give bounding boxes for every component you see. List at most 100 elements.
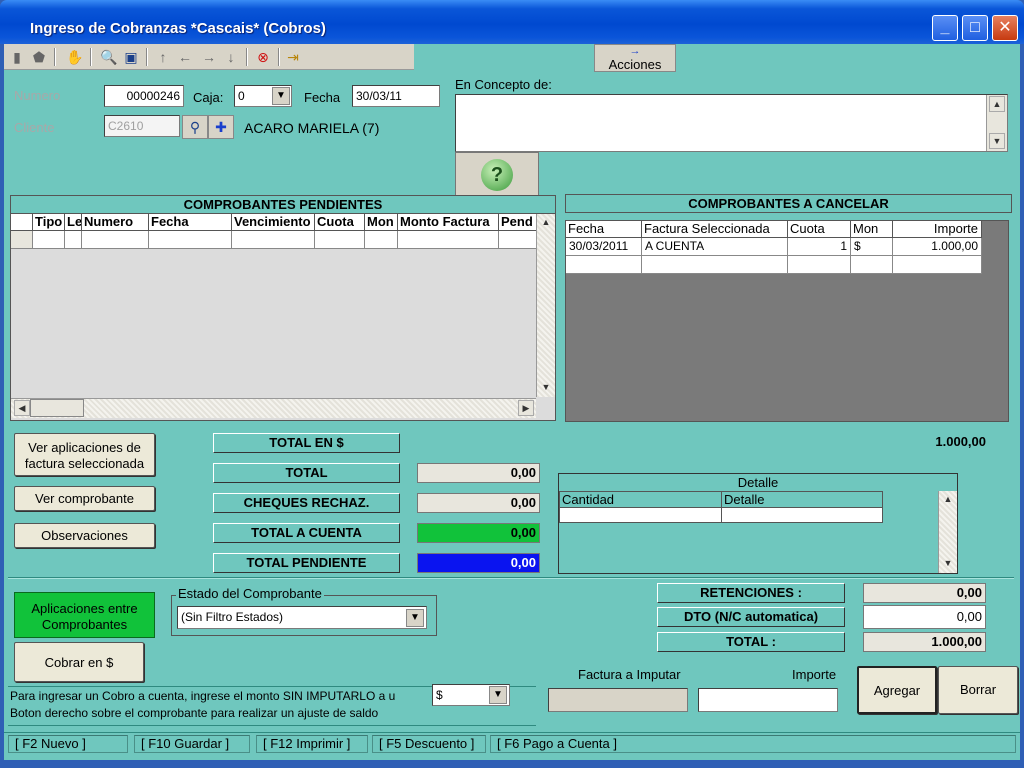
column-header[interactable]: Fecha: [566, 221, 642, 237]
chevron-down-icon[interactable]: ▼: [406, 609, 424, 627]
aplicaciones-entre-button[interactable]: Aplicaciones entre Comprobantes: [14, 592, 155, 638]
scroll-up-icon[interactable]: ▲: [538, 215, 554, 231]
cell-factura: A CUENTA: [642, 238, 788, 255]
window-title: Ingreso de Cobranzas *Cascais* (Cobros): [30, 20, 326, 37]
column-header[interactable]: Cuota: [315, 214, 365, 230]
arrow-right-icon[interactable]: →: [200, 48, 218, 66]
cancelar-total: 1.000,00: [935, 434, 986, 449]
statusbar-f10-guardar[interactable]: [ F10 Guardar ]: [134, 735, 250, 753]
detalle-grid[interactable]: Cantidad Detalle: [559, 491, 883, 523]
arrow-up-icon[interactable]: ↑: [154, 48, 172, 66]
maximize-button[interactable]: □: [962, 15, 988, 41]
pendientes-grid[interactable]: Tipo Le Numero Fecha Vencimiento Cuota M…: [10, 213, 556, 421]
column-header[interactable]: Importe: [893, 221, 982, 237]
agregar-button[interactable]: Agregar: [857, 666, 937, 714]
moneda-value: $: [436, 688, 443, 702]
scroll-down-icon[interactable]: ▼: [940, 556, 956, 572]
cell-fecha: 30/03/2011: [566, 238, 642, 255]
total-cuenta-label: TOTAL A CUENTA: [213, 523, 400, 543]
table-row[interactable]: [566, 256, 982, 274]
acciones-button[interactable]: → Acciones: [594, 44, 676, 72]
retenciones-total-label: TOTAL :: [657, 632, 845, 652]
fecha-label: Fecha: [304, 90, 341, 105]
cancel-icon[interactable]: ⊗: [254, 48, 272, 66]
total-label: TOTAL: [213, 463, 400, 483]
column-header[interactable]: Le: [65, 214, 82, 230]
retenciones-total-value: 1.000,00: [863, 632, 986, 652]
divider: [8, 577, 1014, 579]
cliente-field[interactable]: C2610: [104, 115, 180, 137]
new-icon[interactable]: ▮: [8, 48, 26, 66]
hand-icon[interactable]: ✋: [66, 48, 84, 66]
pendientes-vscrollbar[interactable]: [536, 214, 555, 397]
fecha-field[interactable]: 30/03/11: [352, 85, 440, 107]
search-icon[interactable]: 🔍: [100, 48, 118, 66]
importe-field[interactable]: [698, 688, 838, 712]
search-client-icon[interactable]: ⚲: [182, 115, 208, 139]
shield-icon[interactable]: ⬟: [30, 48, 48, 66]
observaciones-button[interactable]: Observaciones: [14, 523, 155, 548]
statusbar-f6-pago-cuenta[interactable]: [ F6 Pago a Cuenta ]: [490, 735, 1016, 753]
chevron-down-icon[interactable]: ▼: [272, 87, 290, 105]
column-header[interactable]: Cantidad: [560, 492, 722, 507]
factura-imputar-field[interactable]: [548, 688, 688, 712]
dto-field[interactable]: 0,00: [863, 605, 986, 629]
cancelar-grid[interactable]: Fecha Factura Seleccionada Cuota Mon Imp…: [565, 220, 1009, 422]
estado-select[interactable]: (Sin Filtro Estados): [177, 606, 427, 629]
table-row[interactable]: [560, 508, 882, 522]
chevron-down-icon[interactable]: ▼: [489, 686, 507, 704]
exit-icon[interactable]: ⇥: [284, 48, 302, 66]
toolbar-separator: [90, 48, 92, 66]
arrow-down-icon[interactable]: ↓: [222, 48, 240, 66]
scroll-down-icon[interactable]: ▼: [538, 380, 554, 396]
scroll-down-icon[interactable]: ▼: [989, 133, 1005, 149]
column-header[interactable]: Tipo: [33, 214, 65, 230]
column-header[interactable]: Fecha: [149, 214, 232, 230]
total-cuenta-value: 0,00: [417, 523, 540, 543]
pendientes-hscrollbar[interactable]: [11, 398, 536, 418]
column-header[interactable]: Numero: [82, 214, 149, 230]
statusbar-f2-nuevo[interactable]: [ F2 Nuevo ]: [8, 735, 128, 753]
column-header[interactable]: Detalle: [722, 492, 882, 507]
help-button[interactable]: ?: [455, 152, 539, 196]
column-header[interactable]: Vencimiento: [232, 214, 315, 230]
dto-label: DTO (N/C automatica): [657, 607, 845, 627]
toolbar-separator: [278, 48, 280, 66]
total-value: 0,00: [417, 463, 540, 483]
cobrar-button[interactable]: Cobrar en $: [14, 642, 144, 682]
statusbar-f12-imprimir[interactable]: [ F12 Imprimir ]: [256, 735, 368, 753]
close-button[interactable]: ✕: [992, 15, 1018, 41]
minimize-button[interactable]: _: [932, 15, 958, 41]
table-row[interactable]: [11, 231, 537, 249]
info-line-1: Para ingresar un Cobro a cuenta, ingrese…: [10, 689, 396, 703]
pendientes-header: COMPROBANTES PENDIENTES: [10, 195, 556, 214]
factura-imputar-label: Factura a Imputar: [578, 667, 681, 682]
ver-comprobante-button[interactable]: Ver comprobante: [14, 486, 155, 511]
column-header[interactable]: Pend: [499, 214, 537, 230]
cliente-label: Cliente: [14, 120, 55, 135]
cell-cuota: 1: [788, 238, 851, 255]
column-header[interactable]: Factura Seleccionada: [642, 221, 788, 237]
row-selector-header: [11, 214, 33, 230]
caja-label: Caja:: [193, 90, 224, 105]
column-header[interactable]: Cuota: [788, 221, 851, 237]
column-header[interactable]: Mon: [851, 221, 893, 237]
ver-aplicaciones-button[interactable]: Ver aplicaciones de factura seleccionada: [14, 433, 155, 476]
table-row[interactable]: 30/03/2011 A CUENTA 1 $ 1.000,00: [566, 238, 982, 256]
save-icon[interactable]: ▣: [122, 48, 140, 66]
column-header[interactable]: Mon: [365, 214, 398, 230]
scroll-left-icon[interactable]: ◀: [14, 400, 30, 416]
add-client-icon[interactable]: ✚: [208, 115, 234, 139]
scroll-thumb[interactable]: [30, 399, 84, 417]
scroll-up-icon[interactable]: ▲: [940, 492, 956, 508]
arrow-left-icon[interactable]: ←: [176, 48, 194, 66]
concepto-textarea[interactable]: [455, 94, 1008, 152]
retenciones-value: 0,00: [863, 583, 986, 603]
numero-field[interactable]: 00000246: [104, 85, 184, 107]
statusbar-f5-descuento[interactable]: [ F5 Descuento ]: [372, 735, 486, 753]
scroll-up-icon[interactable]: ▲: [989, 96, 1005, 112]
borrar-button[interactable]: Borrar: [938, 666, 1018, 714]
detalle-title: Detalle: [737, 475, 779, 490]
column-header[interactable]: Monto Factura: [398, 214, 499, 230]
scroll-right-icon[interactable]: ▶: [518, 400, 534, 416]
